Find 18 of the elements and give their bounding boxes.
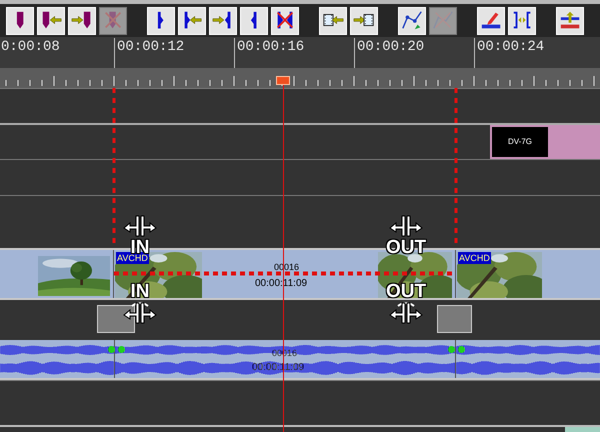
cursor-label: IN [130, 282, 150, 301]
clip-label: DV-7G [492, 127, 548, 157]
format-badge: AVCHD [458, 252, 491, 264]
resize-cursor-icon [122, 301, 158, 325]
format-badge: AVCHD [116, 252, 149, 264]
marker-icon [16, 11, 24, 30]
resize-cursor-icon [388, 214, 424, 238]
trim-handle[interactable] [437, 305, 472, 333]
split-icon [157, 11, 165, 30]
title-clip[interactable]: DV-7G [490, 125, 600, 159]
corner-panel [565, 427, 600, 432]
resize-cursor-icon [122, 214, 158, 238]
split-icon [250, 11, 258, 30]
clip-timecode: 00:00:11:09 [252, 363, 304, 373]
curve-icon [400, 9, 424, 32]
trim-handle[interactable] [97, 305, 135, 333]
resize-cursor-icon [388, 301, 424, 325]
playhead-handle[interactable] [276, 76, 290, 85]
